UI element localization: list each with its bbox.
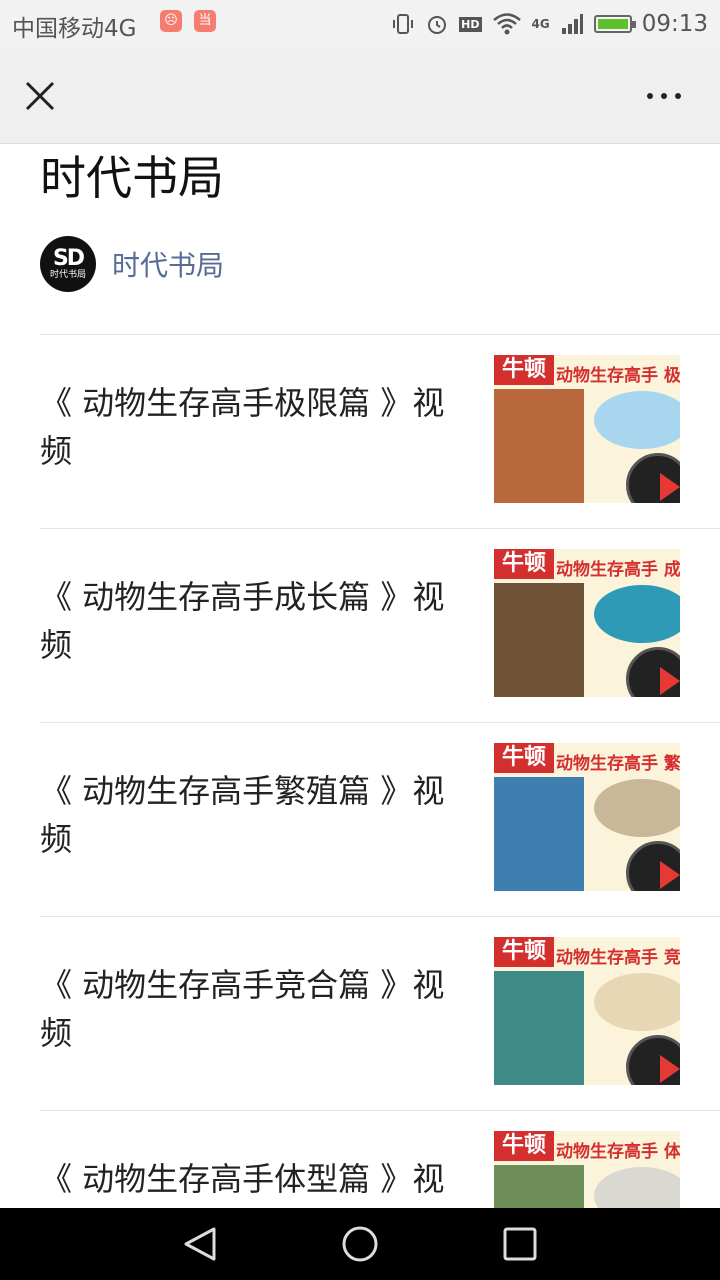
wifi-icon	[492, 13, 521, 35]
vibrate-icon	[393, 14, 414, 34]
animal-photo-image	[594, 1167, 680, 1208]
article-title[interactable]: 《 动物生存高手成长篇 》视频	[40, 573, 460, 669]
animal-photo-image	[594, 779, 680, 837]
thumb-series-label: 动物生存高手 极	[556, 366, 680, 386]
carrier-label: 中国移动4G	[12, 16, 137, 42]
more-icon[interactable]	[644, 88, 684, 104]
animal-photo-image	[594, 973, 680, 1031]
status-bar: 中国移动4G ☹ 当 HD 4G 09:13	[0, 0, 720, 48]
thumb-brand-label: 牛顿	[494, 937, 554, 967]
article-thumbnail[interactable]: 牛顿 动物生存高手 成	[494, 549, 680, 697]
article-thumbnail[interactable]: 牛顿 动物生存高手 竞	[494, 937, 680, 1085]
thumb-series-label: 动物生存高手 成	[556, 560, 680, 580]
top-nav-bar	[0, 48, 720, 144]
back-icon[interactable]	[180, 1226, 220, 1262]
thumb-brand-label: 牛顿	[494, 1131, 554, 1161]
article-list: 《 动物生存高手极限篇 》视频 牛顿 动物生存高手 极 《 动物生存高手成长篇 …	[40, 334, 720, 1208]
article-thumbnail[interactable]: 牛顿 动物生存高手 体	[494, 1131, 680, 1208]
account-name-link[interactable]: 时代书局	[112, 244, 224, 284]
book-cover-image	[494, 1165, 584, 1208]
book-cover-image	[494, 389, 584, 503]
book-cover-image	[494, 777, 584, 891]
list-item[interactable]: 《 动物生存高手竞合篇 》视频 牛顿 动物生存高手 竞	[40, 916, 720, 1110]
thumb-brand-label: 牛顿	[494, 549, 554, 579]
recent-apps-icon[interactable]	[502, 1226, 538, 1262]
thumb-brand-label: 牛顿	[494, 355, 554, 385]
thumb-series-label: 动物生存高手 竞	[556, 948, 680, 968]
article-title[interactable]: 《 动物生存高手极限篇 》视频	[40, 379, 460, 475]
thumb-series-label: 动物生存高手 繁	[556, 754, 680, 774]
hd-label: HD	[459, 16, 482, 32]
battery-icon	[593, 15, 636, 33]
article-title[interactable]: 《 动物生存高手繁殖篇 》视频	[40, 767, 460, 863]
list-item[interactable]: 《 动物生存高手繁殖篇 》视频 牛顿 动物生存高手 繁	[40, 722, 720, 916]
home-icon[interactable]	[340, 1224, 380, 1264]
book-cover-image	[494, 971, 584, 1085]
list-item[interactable]: 《 动物生存高手极限篇 》视频 牛顿 动物生存高手 极	[40, 334, 720, 528]
play-triangle-icon	[660, 667, 680, 695]
thumb-brand-label: 牛顿	[494, 743, 554, 773]
avatar-logo-mark: SD	[52, 246, 85, 271]
article-thumbnail[interactable]: 牛顿 动物生存高手 极	[494, 355, 680, 503]
article-title[interactable]: 《 动物生存高手竞合篇 》视频	[40, 961, 460, 1057]
system-nav-bar	[0, 1208, 720, 1280]
clock: 09:13	[641, 11, 708, 37]
status-icons: HD 4G 09:13	[391, 0, 708, 48]
account-row[interactable]: SD 时代书局 时代书局	[40, 236, 224, 292]
avatar-logo-text: 时代书局	[49, 270, 86, 280]
animal-photo-image	[594, 391, 680, 449]
list-item[interactable]: 《 动物生存高手体型篇 》视 牛顿 动物生存高手 体	[40, 1110, 720, 1208]
animal-photo-image	[594, 585, 680, 643]
battery-fill	[597, 19, 628, 29]
avatar[interactable]: SD 时代书局	[40, 236, 96, 292]
play-triangle-icon	[660, 1055, 680, 1083]
app-badge-icon: 当	[194, 10, 216, 32]
article-title[interactable]: 《 动物生存高手体型篇 》视	[40, 1155, 460, 1203]
list-item[interactable]: 《 动物生存高手成长篇 》视频 牛顿 动物生存高手 成	[40, 528, 720, 722]
notification-badge-icon: ☹	[160, 10, 182, 32]
play-triangle-icon	[660, 473, 680, 501]
page-title: 时代书局	[40, 151, 224, 205]
alarm-icon	[428, 16, 447, 34]
book-cover-image	[494, 583, 584, 697]
network-type-label: 4G	[531, 17, 550, 31]
signal-icon	[561, 14, 583, 34]
close-icon[interactable]	[22, 78, 58, 114]
play-triangle-icon	[660, 861, 680, 889]
article-thumbnail[interactable]: 牛顿 动物生存高手 繁	[494, 743, 680, 891]
page-content: 时代书局 SD 时代书局 时代书局 《 动物生存高手极限篇 》视频 牛顿 动物生…	[0, 144, 720, 1208]
thumb-series-label: 动物生存高手 体	[556, 1142, 680, 1162]
